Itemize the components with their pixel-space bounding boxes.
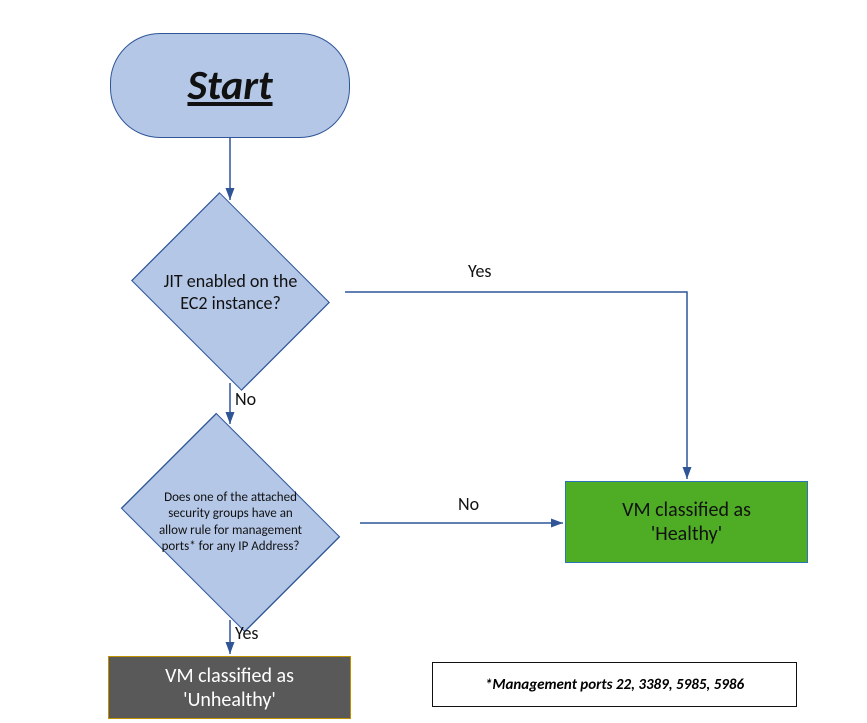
result-line2: 'Unhealthy' bbox=[165, 688, 294, 712]
result-line2: 'Healthy' bbox=[622, 522, 751, 546]
footnote-box: *Management ports 22, 3389, 5985, 5986 bbox=[432, 662, 797, 707]
footnote-text: *Management ports 22, 3389, 5985, 5986 bbox=[485, 676, 744, 694]
edge-label-yes: Yes bbox=[235, 622, 258, 644]
edge-label-no: No bbox=[235, 388, 256, 410]
result-line1: VM classified as bbox=[622, 498, 751, 522]
decision-security-group: Does one of the attached security groups… bbox=[103, 425, 358, 620]
edge-label-yes: Yes bbox=[468, 260, 491, 282]
result-line1: VM classified as bbox=[165, 664, 294, 688]
result-healthy: VM classified as 'Healthy' bbox=[565, 481, 808, 563]
decision-text: JIT enabled on the EC2 instance? bbox=[151, 270, 311, 314]
decision-jit-enabled: JIT enabled on the EC2 instance? bbox=[118, 202, 343, 382]
result-unhealthy: VM classified as 'Unhealthy' bbox=[108, 656, 351, 719]
start-label: Start bbox=[187, 60, 272, 111]
start-node: Start bbox=[110, 33, 350, 138]
edge-label-no: No bbox=[458, 493, 479, 515]
decision-text: Does one of the attached security groups… bbox=[158, 490, 303, 555]
